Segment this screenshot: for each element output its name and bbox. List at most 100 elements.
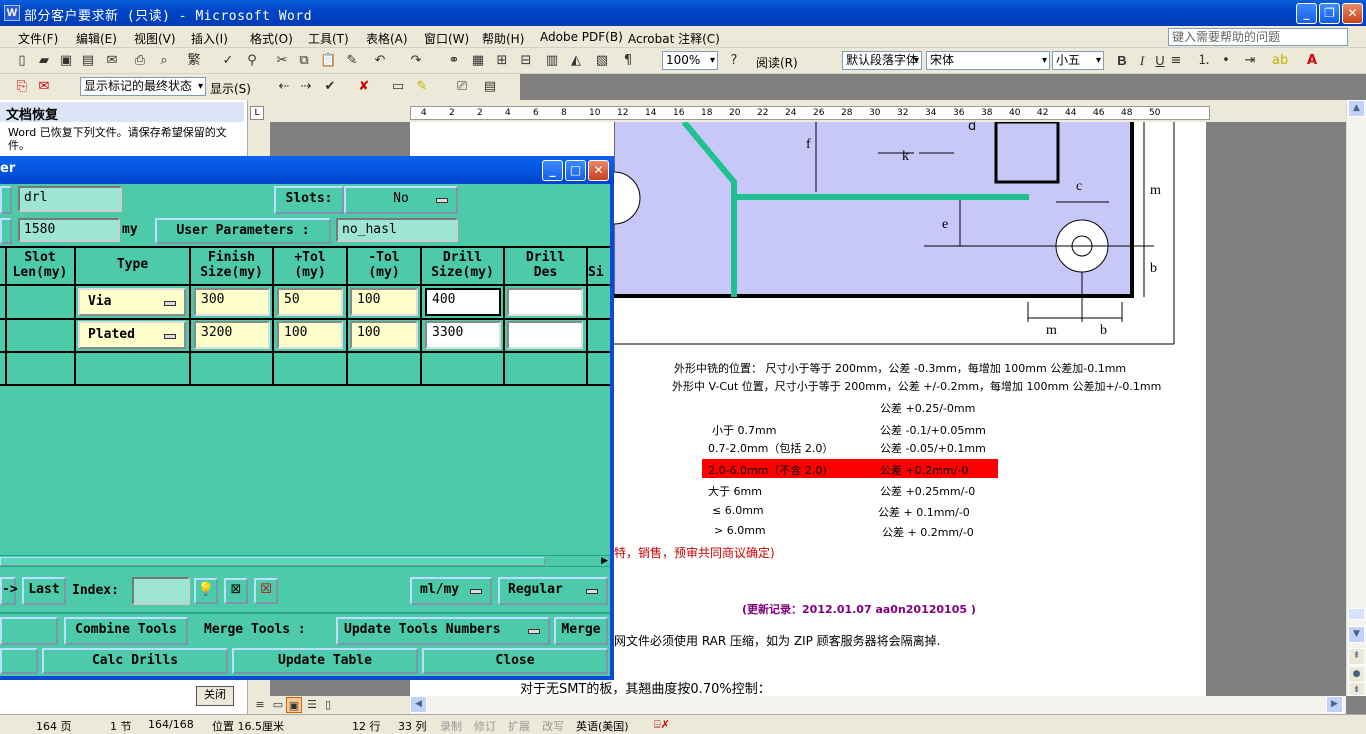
slots-select[interactable]: No (344, 186, 458, 214)
insert-excel-icon[interactable]: ⊟ (518, 53, 534, 69)
chinese-convert-icon[interactable]: 繁 (186, 53, 202, 69)
minimize-button[interactable]: _ (1296, 3, 1317, 24)
row2-minus-tol[interactable]: 100 (350, 321, 418, 349)
scroll-left-icon[interactable]: ◀ (410, 696, 427, 713)
font-color-icon[interactable]: A (1304, 53, 1320, 69)
scroll-thumb[interactable] (1348, 608, 1365, 620)
vertical-scrollbar[interactable]: ▲ ▼ ⇞ ● ⇟ (1346, 100, 1366, 696)
copy-icon[interactable]: ⧉ (296, 53, 312, 69)
menu-table[interactable]: 表格(A) (366, 30, 408, 47)
italic-button[interactable]: I (1134, 53, 1150, 69)
unit-select[interactable]: ml/my (410, 577, 492, 605)
last-button[interactable]: Last (22, 577, 66, 605)
browse-object-icon[interactable]: ● (1348, 666, 1365, 683)
grid-hscrollbar[interactable]: ▶ (0, 555, 610, 567)
tools-left-button[interactable] (0, 617, 58, 645)
numbering-icon[interactable]: ⒈ (1196, 53, 1212, 69)
index-field[interactable] (132, 577, 190, 605)
scroll-right-icon[interactable]: ▶ (1326, 696, 1343, 713)
horizontal-ruler[interactable]: 4 2 2 4 6 8 10 12 14 16 18 20 22 24 26 28 30 32 34 36 38 40 42… (410, 106, 1210, 120)
hyperlink-icon[interactable]: ⚭ (446, 53, 462, 69)
insert-table-icon[interactable]: ⊞ (494, 53, 510, 69)
print-preview-icon[interactable]: ⌕ (156, 53, 172, 69)
bullets-icon[interactable]: • (1218, 53, 1234, 69)
read-mode-button[interactable]: 阅读(R) (756, 54, 798, 71)
menu-tools[interactable]: 工具(T) (308, 30, 349, 47)
open-icon[interactable]: ▰ (36, 53, 52, 69)
row2-drill-size[interactable]: 3300 (425, 321, 501, 349)
font-select[interactable]: 宋体 (926, 51, 1050, 70)
document-map-icon[interactable]: ▧ (594, 53, 610, 69)
web-view-icon[interactable]: ▭ (270, 697, 286, 713)
normal-view-icon[interactable]: ≡ (252, 697, 268, 713)
undo-icon[interactable]: ↶ (372, 53, 388, 69)
row1-drill-size[interactable]: 400 (425, 288, 501, 316)
row2-type-select[interactable]: Plated (78, 321, 186, 349)
file-name-field[interactable]: drl (18, 186, 122, 212)
horizontal-scrollbar[interactable]: ◀ ▶ (410, 696, 1346, 714)
bold-button[interactable]: B (1114, 53, 1130, 69)
tab-selector[interactable]: L (250, 106, 264, 120)
menu-acrobat-comments[interactable]: Acrobat 注释(C) (628, 30, 720, 47)
status-overtype[interactable]: 改写 (542, 718, 564, 734)
close-dialog-button[interactable]: Close (422, 648, 608, 674)
row1-minus-tol[interactable]: 100 (350, 288, 418, 316)
redo-icon[interactable]: ↷ (408, 53, 424, 69)
style-select[interactable]: 默认段落字体 (842, 51, 922, 70)
menu-window[interactable]: 窗口(W) (424, 30, 469, 47)
status-extend[interactable]: 扩展 (508, 718, 530, 734)
tables-borders-icon[interactable]: ▦ (470, 53, 486, 69)
update-tools-numbers-select[interactable]: Update Tools Numbers (336, 617, 550, 645)
menu-adobe-pdf[interactable]: Adobe PDF(B) (540, 30, 623, 44)
row1-finish-size[interactable]: 300 (194, 288, 270, 316)
highlight-comment-icon[interactable]: ✎ (414, 79, 430, 95)
spelling-icon[interactable]: ✓ (220, 53, 236, 69)
row1-drill-des[interactable] (507, 288, 583, 316)
drawing-icon[interactable]: ◭ (568, 53, 584, 69)
scroll-up-icon[interactable]: ▲ (1348, 100, 1365, 117)
pdf-email-icon[interactable]: ✉ (36, 79, 52, 95)
row2-drill-des[interactable] (507, 321, 583, 349)
bulb-icon[interactable]: 💡 (194, 578, 218, 604)
update-table-button[interactable]: Update Table (232, 648, 418, 674)
menu-view[interactable]: 视图(V) (134, 30, 176, 47)
dialog-minimize-button[interactable]: _ (542, 160, 563, 181)
accept-change-icon[interactable]: ✔ (322, 79, 338, 95)
align-justify-icon[interactable]: ≡ (1168, 53, 1184, 69)
track-changes-icon[interactable]: ⎚ (454, 79, 470, 95)
format-painter-icon[interactable]: ✎ (344, 53, 360, 69)
dialog-close-button[interactable]: ✕ (588, 160, 609, 181)
research-icon[interactable]: ⚲ (244, 53, 260, 69)
combine-tools-button[interactable]: Combine Tools (64, 617, 188, 645)
next-change-icon[interactable]: ⇢ (298, 79, 314, 95)
row2-finish-size[interactable]: 3200 (194, 321, 270, 349)
grid-scroll-right-icon[interactable]: ▶ (601, 556, 608, 566)
permission-icon[interactable]: ▤ (80, 53, 96, 69)
reject-change-icon[interactable]: ✘ (356, 79, 372, 95)
zoom-select[interactable]: 100% (662, 51, 718, 70)
print-icon[interactable]: ⎙ (132, 53, 148, 69)
find-icon[interactable]: ⊠ (224, 578, 248, 604)
status-record[interactable]: 录制 (440, 718, 462, 734)
bottom-left-button[interactable] (0, 648, 38, 674)
print-layout-icon[interactable]: ▣ (286, 697, 302, 713)
task-pane-close-button[interactable]: 关闭 (196, 686, 234, 706)
row1-plus-tol[interactable]: 50 (277, 288, 343, 316)
save-icon[interactable]: ▣ (58, 53, 74, 69)
menu-edit[interactable]: 编辑(E) (76, 30, 117, 47)
thickness-field[interactable]: 1580 (18, 218, 120, 242)
font-size-select[interactable]: 小五 (1052, 51, 1104, 70)
delete-icon[interactable]: ☒ (254, 578, 278, 604)
show-markup-button[interactable]: 显示(S) (210, 80, 251, 97)
status-track[interactable]: 修订 (474, 718, 496, 734)
menu-file[interactable]: 文件(F) (18, 30, 58, 47)
indent-icon[interactable]: ⇥ (1242, 53, 1258, 69)
menu-format[interactable]: 格式(O) (250, 30, 293, 47)
cut-icon[interactable]: ✂ (274, 53, 290, 69)
thickness-button[interactable] (0, 218, 12, 244)
calc-drills-button[interactable]: Calc Drills (42, 648, 228, 674)
insert-comment-icon[interactable]: ▭ (390, 79, 406, 95)
pdf-convert-icon[interactable]: ⎘ (14, 79, 30, 95)
merge-button[interactable]: Merge (554, 617, 608, 645)
outline-view-icon[interactable]: ☰ (304, 697, 320, 713)
